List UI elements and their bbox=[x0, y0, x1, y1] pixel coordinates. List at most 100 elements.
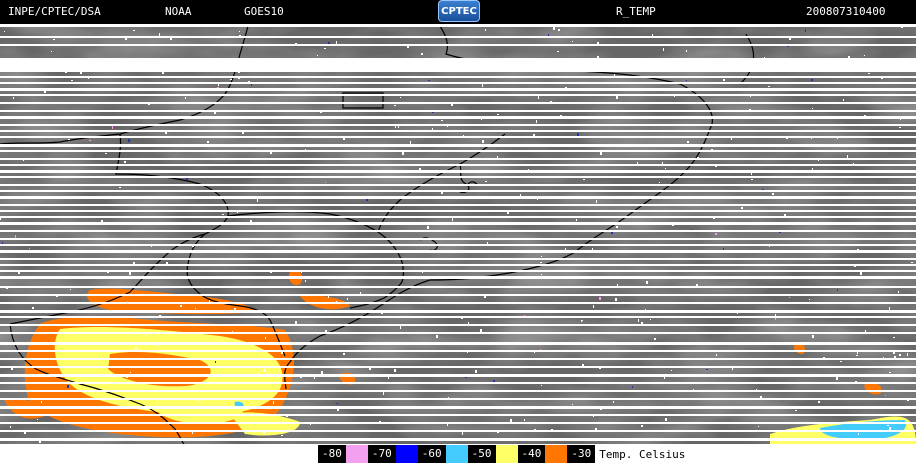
dropout-dot bbox=[410, 141, 411, 144]
dropout-dot bbox=[41, 401, 42, 403]
dropout-dot bbox=[650, 319, 651, 320]
scan-line bbox=[0, 374, 916, 377]
dropout-dot bbox=[192, 246, 194, 247]
scan-line bbox=[0, 430, 916, 432]
dropout-dot bbox=[576, 219, 577, 221]
dropout-dot bbox=[15, 235, 16, 238]
dropout-dot bbox=[394, 369, 396, 372]
dropout-dot bbox=[421, 53, 423, 55]
dropout-dot bbox=[157, 401, 158, 404]
dropout-dot bbox=[186, 178, 188, 180]
dropout-dot bbox=[572, 404, 573, 405]
scan-line bbox=[0, 158, 916, 160]
dropout-dot bbox=[779, 232, 781, 233]
scan-line bbox=[0, 88, 916, 91]
dropout-dot bbox=[80, 72, 82, 74]
dropout-dot bbox=[428, 80, 430, 81]
scan-line bbox=[0, 316, 916, 318]
dropout-dot bbox=[281, 435, 283, 436]
scan-line bbox=[0, 310, 916, 313]
dropout-dot bbox=[215, 361, 216, 363]
dropout-dot bbox=[441, 120, 443, 121]
dropout-dot bbox=[558, 29, 560, 31]
dropout-dot bbox=[369, 368, 371, 370]
logo-text: CPTEC bbox=[441, 5, 477, 17]
dropout-dot bbox=[557, 51, 559, 52]
scan-line bbox=[0, 76, 916, 78]
dropout-dot bbox=[616, 96, 618, 99]
dropout-dot bbox=[524, 419, 525, 421]
dropout-dot bbox=[599, 297, 601, 300]
dropout-dot bbox=[482, 84, 483, 87]
dropout-dot bbox=[615, 298, 617, 301]
dropout-dot bbox=[723, 79, 725, 81]
dropout-dot bbox=[436, 335, 438, 338]
dropout-dot bbox=[818, 401, 820, 403]
dropout-dot bbox=[812, 168, 813, 170]
scan-line bbox=[0, 324, 916, 326]
scan-line bbox=[0, 64, 916, 67]
dropout-dot bbox=[596, 200, 597, 203]
dropout-dot bbox=[324, 48, 326, 49]
dropout-dot bbox=[646, 281, 648, 284]
dropout-dot bbox=[301, 272, 302, 273]
dropout-dot bbox=[536, 120, 537, 123]
dropout-dot bbox=[11, 368, 13, 370]
dropout-dot bbox=[480, 329, 482, 332]
dropout-dot bbox=[750, 96, 751, 97]
dropout-dot bbox=[911, 262, 913, 263]
scan-line bbox=[0, 102, 916, 104]
scan-line bbox=[0, 124, 916, 126]
scan-line bbox=[0, 406, 916, 409]
dropout-dot bbox=[427, 226, 429, 229]
dropout-dot bbox=[18, 272, 20, 274]
scan-line bbox=[0, 116, 916, 119]
scan-line bbox=[0, 238, 916, 240]
scan-line bbox=[0, 244, 916, 246]
dropout-dot bbox=[314, 377, 315, 379]
dropout-dot bbox=[234, 308, 236, 310]
dropout-dot bbox=[595, 428, 597, 430]
dropout-dot bbox=[751, 173, 752, 175]
scan-line bbox=[0, 390, 916, 392]
scan-line bbox=[0, 110, 916, 112]
dropout-dot bbox=[462, 432, 463, 435]
dropout-dot bbox=[447, 424, 448, 426]
dropout-dot bbox=[248, 81, 250, 82]
scan-line bbox=[0, 144, 916, 147]
dropout-dot bbox=[889, 307, 890, 310]
dropout-dot bbox=[772, 193, 774, 195]
legend-swatch bbox=[545, 445, 568, 463]
dropout-dot bbox=[257, 199, 258, 202]
dropout-dot bbox=[53, 39, 55, 40]
scan-line bbox=[0, 230, 916, 232]
dropout-dot bbox=[337, 409, 339, 411]
scan-line bbox=[0, 210, 916, 212]
legend-label: -50 bbox=[467, 445, 496, 463]
dropout-dot bbox=[482, 140, 484, 143]
dropout-dot bbox=[4, 31, 5, 32]
dropout-dot bbox=[6, 288, 8, 289]
dropout-dot bbox=[577, 133, 579, 136]
dropout-dot bbox=[548, 34, 549, 36]
dropout-dot bbox=[553, 27, 555, 30]
dropout-dot bbox=[328, 296, 329, 298]
scan-line bbox=[0, 258, 916, 260]
dropout-dot bbox=[185, 97, 186, 99]
dropout-dot bbox=[366, 199, 368, 201]
scan-line bbox=[0, 150, 916, 152]
dropout-dot bbox=[811, 79, 813, 81]
dropout-dot bbox=[645, 309, 646, 310]
dropout-dot bbox=[305, 280, 306, 282]
dropout-dot bbox=[665, 168, 666, 169]
dropout-dot bbox=[582, 364, 584, 366]
dropout-dot bbox=[541, 385, 542, 386]
scan-line bbox=[0, 196, 916, 199]
dropout-dot bbox=[273, 401, 274, 404]
header-bar: INPE/CPTEC/DSA NOAA GOES10 CPTEC R_TEMP … bbox=[0, 0, 916, 24]
dropout-dot bbox=[597, 42, 599, 44]
dropout-dot bbox=[840, 361, 842, 362]
dropout-dot bbox=[68, 139, 70, 140]
dropout-dot bbox=[581, 320, 582, 322]
dropout-dot bbox=[321, 371, 323, 374]
